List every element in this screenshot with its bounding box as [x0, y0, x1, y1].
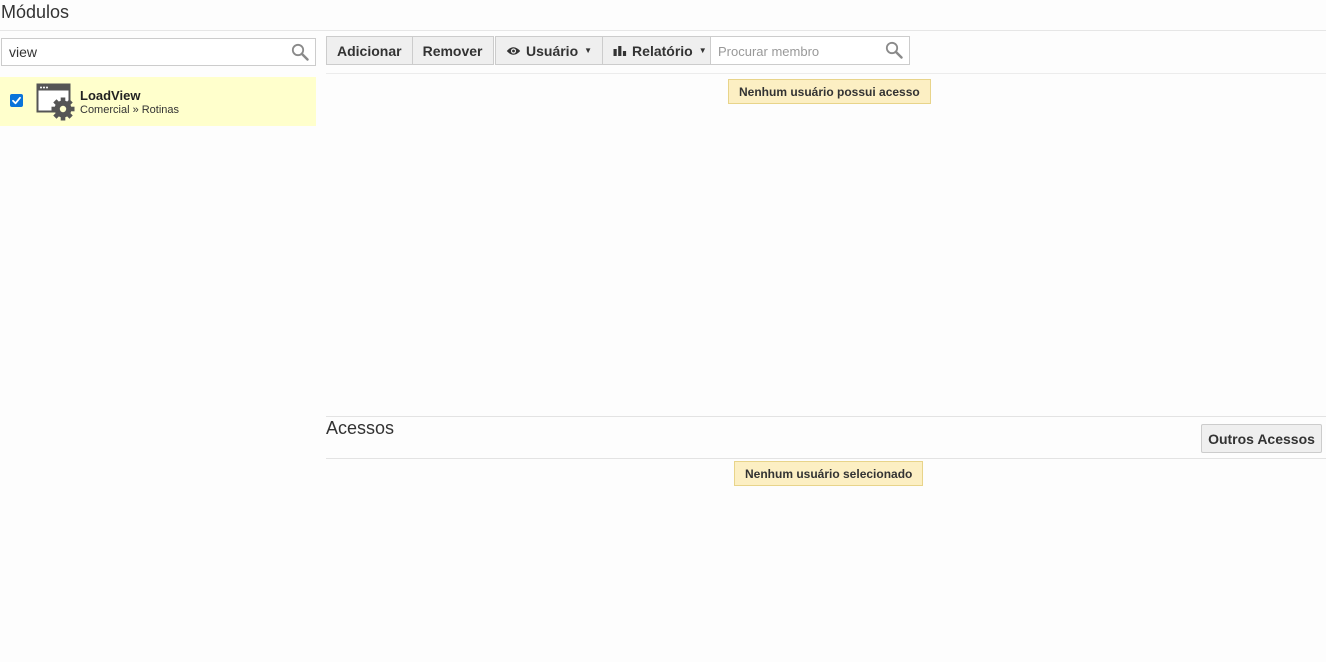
- user-dropdown-button[interactable]: Usuário ▼: [495, 36, 604, 65]
- checkmark-icon: [12, 96, 21, 105]
- user-dropdown-label: Usuário: [526, 42, 579, 59]
- other-access-button[interactable]: Outros Acessos: [1201, 424, 1322, 453]
- window-gear-icon: [36, 83, 75, 121]
- module-checkbox[interactable]: [10, 94, 23, 107]
- search-icon[interactable]: [885, 41, 903, 59]
- bar-chart-icon: [613, 46, 627, 56]
- toolbar-divider: [326, 73, 1326, 74]
- module-name: LoadView: [80, 88, 141, 103]
- view-options-group: Usuário ▼ Relatório ▼: [495, 36, 718, 65]
- access-section-title: Acessos: [326, 418, 395, 438]
- module-search-box[interactable]: [1, 38, 316, 66]
- member-search-input[interactable]: [716, 42, 881, 60]
- module-search-input[interactable]: [7, 43, 287, 61]
- title-divider: [0, 30, 1326, 31]
- members-empty-alert: Nenhum usuário possui acesso: [728, 79, 931, 104]
- access-divider-top: [326, 416, 1326, 417]
- report-dropdown-button[interactable]: Relatório ▼: [603, 36, 718, 65]
- access-empty-alert: Nenhum usuário selecionado: [734, 461, 924, 486]
- eye-icon: [506, 46, 521, 55]
- module-path: Comercial » Rotinas: [80, 104, 180, 116]
- access-divider-bottom: [326, 458, 1326, 459]
- remove-button[interactable]: Remover: [412, 36, 494, 65]
- module-item[interactable]: LoadView Comercial » Rotinas: [0, 77, 316, 126]
- member-search-box[interactable]: [710, 36, 910, 65]
- add-button[interactable]: Adicionar: [326, 36, 413, 65]
- member-action-group: Adicionar Remover: [326, 36, 494, 65]
- search-icon[interactable]: [291, 43, 309, 61]
- chevron-down-icon: ▼: [698, 46, 707, 55]
- report-dropdown-label: Relatório: [632, 42, 693, 59]
- module-list: LoadView Comercial » Rotinas: [0, 77, 316, 126]
- chevron-down-icon: ▼: [584, 46, 593, 55]
- page-title: Módulos: [1, 2, 70, 22]
